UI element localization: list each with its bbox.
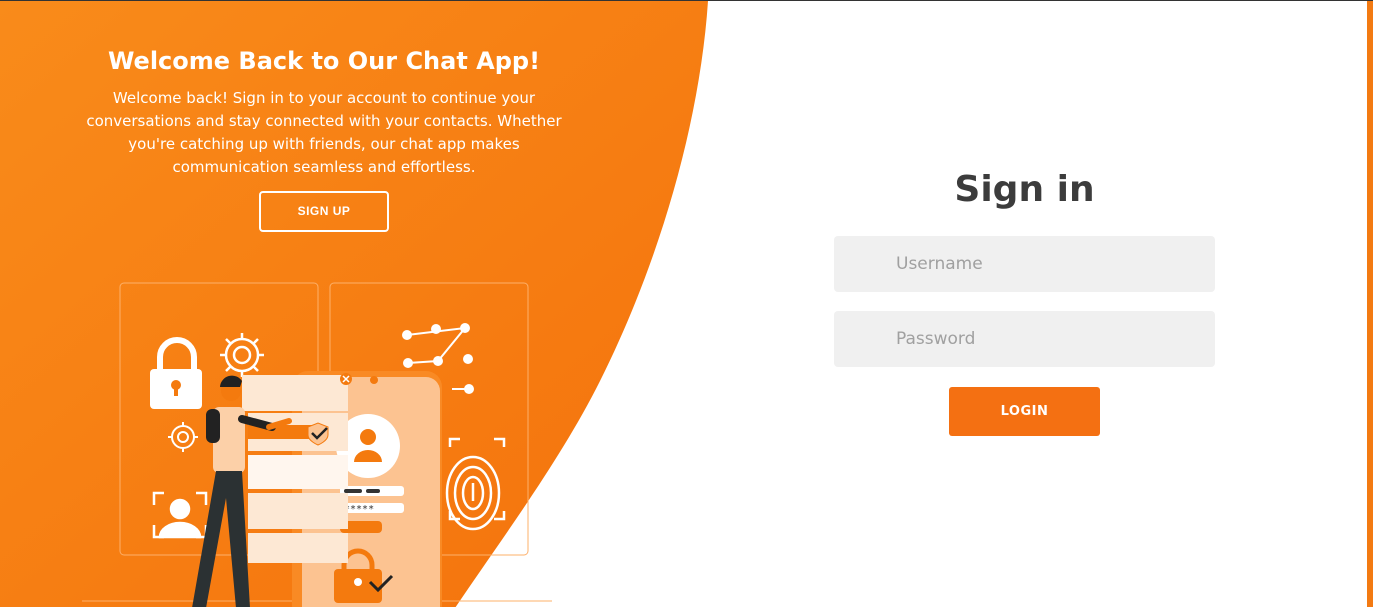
page: Welcome Back to Our Chat App! Welcome ba… — [0, 0, 1373, 607]
lock-icon — [150, 337, 202, 409]
gear-icon — [220, 333, 264, 377]
sign-up-button[interactable]: SIGN UP — [259, 191, 389, 232]
face-id-icon — [152, 491, 208, 539]
right-edge-accent — [1367, 1, 1373, 607]
welcome-panel: Welcome Back to Our Chat App! Welcome ba… — [74, 45, 574, 232]
fingerprint-icon — [445, 437, 506, 531]
welcome-description: Welcome back! Sign in to your account to… — [86, 89, 562, 176]
pin-mask-text: ***** — [344, 504, 374, 515]
login-button[interactable]: LOGIN — [949, 387, 1100, 436]
password-input[interactable] — [834, 311, 1215, 367]
form-cards — [242, 373, 352, 563]
sign-in-panel: Sign in LOGIN — [834, 166, 1215, 436]
username-input[interactable] — [834, 236, 1215, 292]
welcome-title: Welcome Back to Our Chat App! — [107, 47, 541, 75]
small-gear-icon — [168, 422, 198, 452]
sign-in-title: Sign in — [954, 169, 1095, 210]
security-illustration: ***** — [82, 282, 552, 607]
